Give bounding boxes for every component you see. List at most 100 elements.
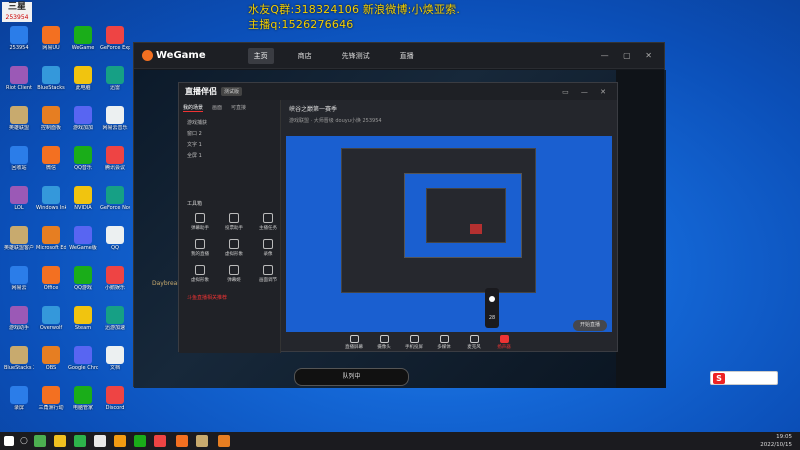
desktop-icon[interactable]: 文档: [100, 346, 130, 371]
app-icon: [42, 106, 60, 124]
lol-taskbar-icon[interactable]: [196, 435, 208, 447]
desktop-icon[interactable]: WeGame: [68, 26, 98, 51]
desktop-icon[interactable]: NVIDIA: [68, 186, 98, 211]
live-app-title: 直播伴侣: [185, 87, 217, 96]
tab-direct[interactable]: 可直接: [231, 104, 246, 112]
desktop-icon[interactable]: 三角洲行动: [36, 386, 66, 411]
media-icon: [439, 335, 449, 343]
tool-avatar[interactable]: 虚拟形象: [219, 239, 249, 257]
desktop-icon[interactable]: 英雄联盟: [4, 106, 34, 131]
desktop-icon[interactable]: 游戏加加: [68, 106, 98, 131]
desktop-icon[interactable]: 英雄联盟客户端: [4, 226, 34, 251]
desktop-icon[interactable]: GeForce Experience: [100, 26, 130, 51]
tool-adjust[interactable]: 画面调节: [253, 265, 283, 283]
phone-cast-button[interactable]: 手机投屏: [399, 335, 429, 350]
tool-task[interactable]: 主播任务: [253, 213, 283, 231]
desktop-icon[interactable]: GeForce Now: [100, 186, 130, 211]
wegame-tab-home[interactable]: 主页: [247, 47, 274, 64]
desktop-icon[interactable]: 此电脑: [68, 66, 98, 91]
ime-toolbar[interactable]: S: [710, 371, 778, 385]
source-item[interactable]: 窗口 2: [179, 127, 280, 138]
volume-slider[interactable]: 28: [485, 288, 499, 328]
window-controls-icon[interactable]: — ▢ ✕: [601, 51, 658, 60]
app-taskbar-icon[interactable]: [134, 435, 146, 447]
desktop-icon-label: BlueStacks X: [4, 365, 34, 371]
app-icon: [74, 106, 92, 124]
desktop-icon[interactable]: QQ: [100, 226, 130, 251]
live-taskbar-icon[interactable]: [218, 435, 230, 447]
desktop-icon[interactable]: Office: [36, 266, 66, 291]
tool-icon: [263, 265, 273, 275]
app-taskbar-icon[interactable]: [94, 435, 106, 447]
desktop-icon[interactable]: OBS: [36, 346, 66, 371]
tool-my-live[interactable]: 我的直播: [185, 239, 215, 257]
desktop-icon-label: 回收站: [11, 165, 27, 171]
desktop-icon[interactable]: 控制面板: [36, 106, 66, 131]
tool-record[interactable]: 录像: [253, 239, 283, 257]
camera-button[interactable]: 摄像头: [369, 335, 399, 350]
desktop-icon[interactable]: 回收站: [4, 146, 34, 171]
desktop-icon[interactable]: BlueStacks: [36, 66, 66, 91]
desktop-icon-label: QQ游戏: [74, 285, 92, 291]
desktop-icon[interactable]: 腾讯会议: [100, 146, 130, 171]
desktop-icon[interactable]: 电脑管家: [68, 386, 98, 411]
desktop-icon[interactable]: 微信: [36, 146, 66, 171]
app-icon: [10, 146, 28, 164]
app-taskbar-icon[interactable]: [154, 435, 166, 447]
app-icon: [42, 306, 60, 324]
tool-avatar-2[interactable]: 虚拟形象: [185, 265, 215, 283]
desktop-icon[interactable]: QQ游戏: [68, 266, 98, 291]
control-bar: 直播屏幕 摄像头 手机投屏 多媒体 麦克风 扬声器: [283, 332, 617, 353]
search-icon[interactable]: ○: [20, 436, 28, 446]
window-controls-icon[interactable]: ▭ — ✕: [562, 88, 611, 96]
desktop-icon[interactable]: 录屏: [4, 386, 34, 411]
wechat-taskbar-icon[interactable]: [74, 435, 86, 447]
desktop-icon[interactable]: Microsoft Edge: [36, 226, 66, 251]
start-live-button[interactable]: 开始直播: [573, 320, 607, 331]
tab-screen[interactable]: 画面: [212, 104, 222, 112]
app-taskbar-icon[interactable]: [114, 435, 126, 447]
desktop-icon[interactable]: BlueStacks X: [4, 346, 34, 371]
quick-tip-link[interactable]: 斗鱼直播相关推荐: [179, 291, 280, 302]
desktop-icon[interactable]: Discord: [100, 386, 130, 411]
start-icon[interactable]: [4, 436, 14, 446]
desktop-icon[interactable]: 游戏助手: [4, 306, 34, 331]
desktop-icon[interactable]: Riot Client: [4, 66, 34, 91]
desktop-icon[interactable]: 小鹅娱乐: [100, 266, 130, 291]
wegame-tab-store[interactable]: 商店: [292, 48, 318, 64]
desktop-icon[interactable]: Windows Ink: [36, 186, 66, 211]
queue-button[interactable]: 队列中: [294, 368, 409, 386]
streamer-overlay: 水友Q群:318324106 新浪微博:小焕亚索. 主播q:1526276646: [248, 2, 460, 32]
desktop-icon[interactable]: 网易UU: [36, 26, 66, 51]
source-item[interactable]: 游戏捕获: [179, 116, 280, 127]
tool-danmaku-ji[interactable]: 弹幕姬: [219, 265, 249, 283]
source-item[interactable]: 文字 1: [179, 138, 280, 149]
source-item[interactable]: 全屏 1: [179, 149, 280, 160]
media-button[interactable]: 多媒体: [429, 335, 459, 350]
speaker-button[interactable]: 扬声器: [489, 335, 519, 350]
desktop-icon[interactable]: LOL: [4, 186, 34, 211]
microphone-button[interactable]: 麦克风: [459, 335, 489, 350]
desktop-icon[interactable]: Google Chrome: [68, 346, 98, 371]
volume-knob[interactable]: [489, 296, 495, 302]
desktop-icon[interactable]: 网易云音乐: [100, 106, 130, 131]
desktop-icon[interactable]: Steam: [68, 306, 98, 331]
tab-my-scene[interactable]: 我的场景: [183, 104, 204, 112]
tool-vote[interactable]: 投票助手: [219, 213, 249, 231]
chrome-taskbar-icon[interactable]: [34, 435, 46, 447]
folder-taskbar-icon[interactable]: [54, 435, 66, 447]
desktop-icon[interactable]: Overwolf: [36, 306, 66, 331]
desktop-icon[interactable]: 迅游加速: [100, 306, 130, 331]
live-assistant-window[interactable]: 直播伴侣 测试版 ▭ — ✕ 我的场景 画面 可直接 游戏捕获 窗口 2 文字 …: [178, 82, 618, 353]
wegame-taskbar-icon[interactable]: [176, 435, 188, 447]
desktop-icon[interactable]: QQ音乐: [68, 146, 98, 171]
desktop-icon[interactable]: 迅雷: [100, 66, 130, 91]
tool-danmaku[interactable]: 弹幕助手: [185, 213, 215, 231]
desktop-icon[interactable]: 253954: [4, 26, 34, 51]
wegame-tab-live[interactable]: 直播: [394, 48, 420, 64]
desktop-icon[interactable]: WeGame版: [68, 226, 98, 251]
desktop-icon[interactable]: 网易云: [4, 266, 34, 291]
screen-capture-button[interactable]: 直播屏幕: [339, 335, 369, 350]
system-clock[interactable]: 19:05 2022/10/15: [760, 433, 792, 449]
wegame-tab-test[interactable]: 先锋测试: [336, 48, 376, 64]
